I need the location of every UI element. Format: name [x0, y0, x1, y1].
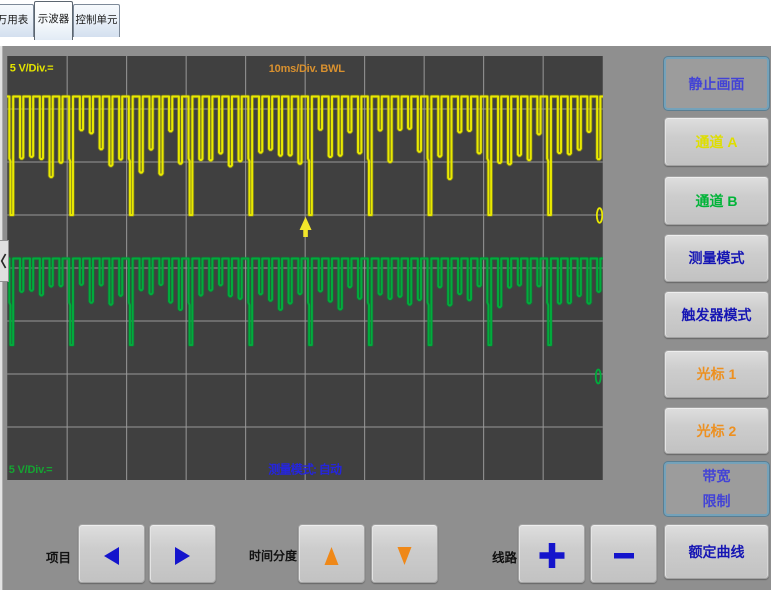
svg-text:5 V/Div.=: 5 V/Div.= [9, 464, 53, 476]
svg-text:5 V/Div.=: 5 V/Div.= [10, 63, 54, 75]
svg-text:测量模式: 自动: 测量模式: 自动 [268, 462, 342, 477]
svg-text:10ms/Div. BWL: 10ms/Div. BWL [269, 63, 346, 75]
